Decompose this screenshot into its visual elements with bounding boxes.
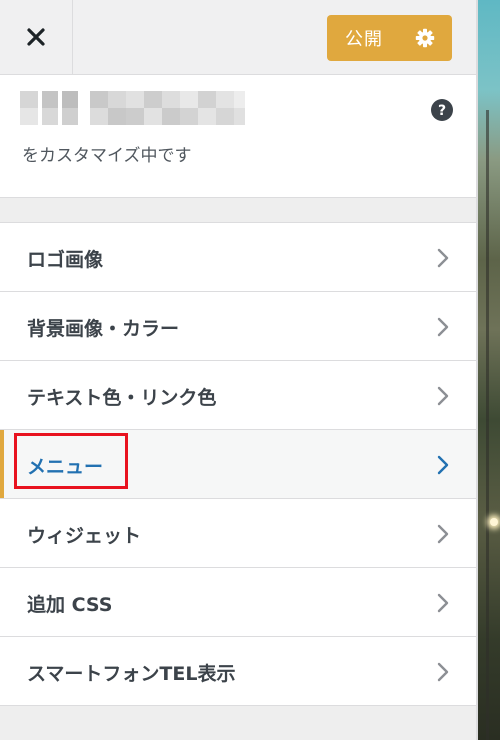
highlight-box xyxy=(14,433,128,489)
publish-button[interactable]: 公開 xyxy=(327,15,452,61)
menu-item-label: 背景画像・カラー xyxy=(27,318,180,340)
chevron-right-icon xyxy=(437,386,449,406)
chevron-right-icon xyxy=(437,524,449,544)
help-icon[interactable]: ? xyxy=(431,99,453,121)
preview-light xyxy=(490,518,498,526)
menu-item-widgets[interactable]: ウィジェット xyxy=(0,498,476,567)
menu-item-label: ロゴ画像 xyxy=(27,249,104,271)
preview-pole xyxy=(486,110,489,740)
menu-item-label: スマートフォンTEL表示 xyxy=(27,663,236,685)
menu-item-text-link-colors[interactable]: テキスト色・リンク色 xyxy=(0,360,476,429)
chevron-right-icon xyxy=(437,593,449,613)
menu-item-menus[interactable]: メニュー xyxy=(0,429,476,498)
menu-item-label: ウィジェット xyxy=(27,525,142,547)
chevron-right-icon xyxy=(437,317,449,337)
chevron-right-icon xyxy=(437,455,449,475)
menu-item-additional-css[interactable]: 追加 CSS xyxy=(0,567,476,636)
menu-item-smartphone-tel[interactable]: スマートフォンTEL表示 xyxy=(0,636,476,706)
customizer-panel: 公開 をカスタマイズ中です ? ロゴ画像 背景画像・カラー テキスト色・リンク色… xyxy=(0,0,478,740)
menu-item-background[interactable]: 背景画像・カラー xyxy=(0,291,476,360)
close-button[interactable] xyxy=(0,0,73,74)
menu-item-logo-image[interactable]: ロゴ画像 xyxy=(0,222,476,291)
customizer-header: 公開 xyxy=(0,0,476,75)
chevron-right-icon xyxy=(437,662,449,682)
publish-button-label: 公開 xyxy=(345,29,383,50)
close-icon xyxy=(27,28,45,46)
menu-item-label: テキスト色・リンク色 xyxy=(27,387,217,409)
blurred-site-title xyxy=(20,91,245,125)
site-preview xyxy=(478,0,500,740)
gear-icon[interactable] xyxy=(415,28,435,48)
menu-item-label: 追加 CSS xyxy=(27,594,113,616)
customizer-menu: ロゴ画像 背景画像・カラー テキスト色・リンク色 メニュー ウィジェット 追加 … xyxy=(0,222,476,706)
svg-text:?: ? xyxy=(438,103,446,119)
customizing-status: をカスタマイズ中です xyxy=(22,146,192,166)
chevron-right-icon xyxy=(437,248,449,268)
customizer-info: をカスタマイズ中です ? xyxy=(0,75,476,198)
